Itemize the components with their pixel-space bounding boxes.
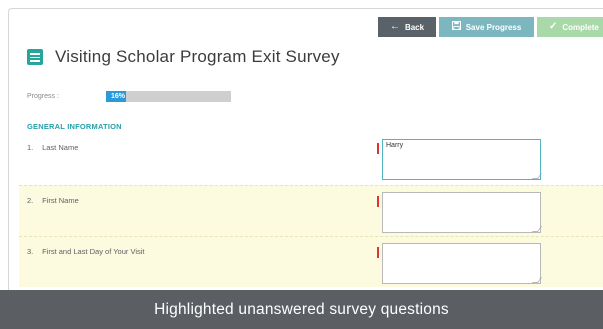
complete-button-label: Complete — [562, 22, 599, 32]
question-number: 2. — [27, 196, 34, 205]
question-row-first-name: 2. First Name — [19, 185, 603, 236]
save-progress-label: Save Progress — [465, 22, 522, 32]
caption-banner: Highlighted unanswered survey questions — [0, 290, 603, 329]
back-button[interactable]: ← Back — [378, 17, 436, 37]
required-marker — [377, 196, 379, 207]
question-text: First and Last Day of Your Visit — [42, 247, 145, 256]
progress-fill: 16% — [106, 91, 126, 102]
progress-label: Progress : — [27, 93, 59, 100]
survey-frame: ← Back Save Progress ✓ Complete Visiting… — [8, 8, 603, 329]
complete-button[interactable]: ✓ Complete — [537, 17, 603, 37]
progress-value: 16% — [111, 93, 126, 100]
progress-row: Progress : 16% — [27, 91, 231, 102]
question-row-visit-days: 3. First and Last Day of Your Visit — [19, 236, 603, 287]
question-number: 3. — [27, 247, 34, 256]
progress-bar: 16% — [106, 91, 231, 102]
first-name-field[interactable] — [382, 192, 541, 233]
toolbar: ← Back Save Progress ✓ Complete — [378, 17, 603, 37]
question-number: 1. — [27, 143, 34, 152]
page-title-row: Visiting Scholar Program Exit Survey — [27, 47, 340, 67]
save-progress-button[interactable]: Save Progress — [439, 17, 534, 37]
required-marker — [377, 247, 379, 258]
floppy-disk-icon — [451, 20, 461, 33]
back-button-label: Back — [404, 22, 425, 32]
question-text: First Name — [42, 196, 79, 205]
question-row-last-name: 1. Last Name Harry — [19, 133, 603, 185]
checkmark-icon: ✓ — [549, 21, 558, 32]
required-marker — [377, 143, 379, 154]
question-label: 2. First Name — [27, 196, 79, 205]
arrow-left-icon: ← — [389, 21, 400, 32]
visit-days-field[interactable] — [382, 243, 541, 284]
section-title: GENERAL INFORMATION — [27, 122, 122, 131]
list-icon — [27, 49, 43, 65]
question-label: 1. Last Name — [27, 143, 78, 152]
last-name-field[interactable]: Harry — [382, 139, 541, 180]
question-label: 3. First and Last Day of Your Visit — [27, 247, 145, 256]
question-text: Last Name — [42, 143, 79, 152]
page-title: Visiting Scholar Program Exit Survey — [55, 47, 340, 66]
